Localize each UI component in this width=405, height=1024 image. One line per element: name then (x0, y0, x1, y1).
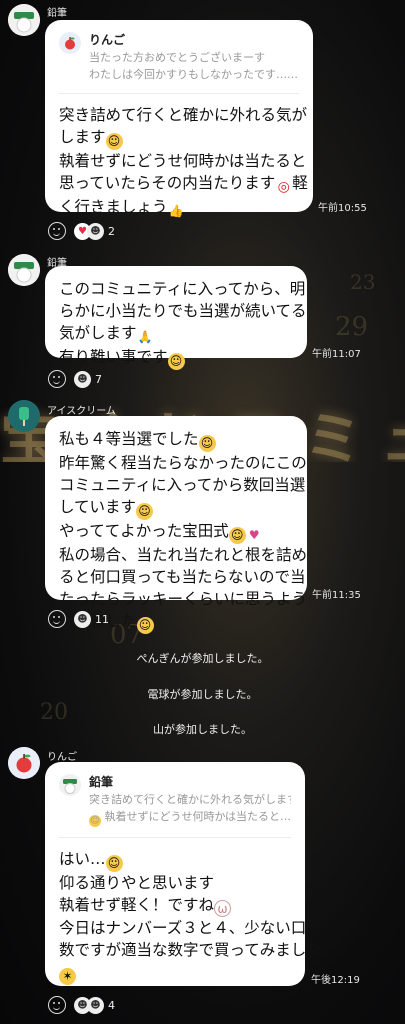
reaction-icons[interactable]: ☻ (74, 370, 91, 388)
message-text: 今日はナンバーズ３と４、少ない口 (59, 919, 307, 938)
smile-emoji: ☺ (136, 503, 154, 520)
ice-cream-avatar[interactable] (8, 400, 40, 432)
reaction-row[interactable]: ☻ 11 (48, 610, 109, 628)
smiley-reaction-icon[interactable] (48, 222, 66, 240)
message-text: 執着せずにどうせ何時かは当たると (59, 152, 307, 171)
pencil-avatar[interactable] (8, 254, 40, 286)
target-emoji: ◎ (277, 179, 290, 196)
quoted-text: 突き詰めて行くと確かに外れる気がします (89, 793, 291, 807)
quoted-sender: 鉛筆 (89, 775, 114, 789)
message-text: く行きましょう (59, 198, 168, 217)
quoted-text: わたしは今回かすりもしなかったです…… (89, 68, 298, 82)
sender-name: 鉛筆 (47, 8, 67, 19)
sender-name: りんご (47, 752, 77, 763)
message-text: します (59, 128, 106, 147)
apple-avatar[interactable] (8, 747, 40, 779)
reaction-row[interactable]: ☻ 7 (48, 370, 102, 388)
thumbs-up-emoji: 👍 (168, 204, 184, 219)
message-text: 数ですが適当な数字で買ってみました (59, 941, 322, 960)
system-message: ぺんぎんが参加しました。 (136, 652, 269, 665)
sticker-icon: ☻ (74, 610, 91, 628)
background-number: 29 (335, 312, 369, 342)
timestamp: 午前11:07 (312, 349, 361, 360)
reaction-icons[interactable]: ☻ ☻ (74, 996, 104, 1014)
message-text: 思っていたらその内当たります (59, 174, 276, 193)
quoted-text: 執着せずにどうせ何時かは当たると… (104, 810, 292, 824)
timestamp: 午前10:55 (318, 203, 367, 214)
emoji: ☺ (105, 133, 123, 151)
message-text: 突き詰めて行くと確かに外れる気が (59, 106, 308, 125)
reaction-row[interactable]: ☻ ☻ 4 (48, 996, 115, 1014)
quoted-text: 当たった方おめでとうございまーす (89, 51, 265, 65)
message-text: しています (59, 498, 137, 516)
message-text: 私の場合、当たれ当たれと根を詰め (59, 546, 308, 564)
reaction-count: 4 (108, 998, 115, 1012)
hearts-emoji: ♥ (248, 528, 260, 542)
message-bubble[interactable]: 鉛筆 突き詰めて行くと確かに外れる気がします ☺ 執着せずにどうせ何時かは当たる… (45, 762, 322, 986)
timestamp: 午前11:35 (312, 590, 361, 601)
emoji: ☺ (89, 815, 101, 828)
background-number: 23 (350, 270, 376, 294)
message-bubble[interactable]: りんご 当たった方おめでとうございまーす わたしは今回かすりもしなかったです……… (45, 20, 313, 218)
message-text: はい… (59, 850, 106, 869)
pencil-avatar[interactable] (8, 4, 40, 36)
message-text: 軽 (292, 174, 308, 193)
smiley-reaction-icon[interactable] (48, 370, 66, 388)
sender-name: アイスクリーム (47, 406, 116, 417)
grin-emoji: ☺ (167, 353, 185, 370)
system-message: 電球が参加しました。 (147, 688, 258, 701)
message-text: このコミュニティに入ってから、明 (59, 280, 306, 298)
message-text: 気がします (59, 324, 137, 342)
message-text: やっててよかった宝田式 (59, 522, 229, 540)
sweat-emoji: ☺ (105, 855, 123, 873)
message-bubble[interactable]: 私も４等当選でした ☺ 昨年驚く程当たらなかったのにこの コミュニティに入ってから… (45, 416, 308, 634)
message-text: らかに小当たりでも当選が続いてる (59, 302, 307, 320)
quoted-message[interactable]: りんご 当たった方おめでとうございまーす わたしは今回かすりもしなかったです…… (59, 32, 299, 95)
message-text: 仰る通りやと思います (59, 874, 215, 893)
smile-emoji: ☺ (136, 617, 154, 634)
pencil-avatar (59, 774, 81, 796)
reaction-icons[interactable]: ♥ ☻ (74, 222, 104, 240)
message-text: 昨年驚く程当たらなかったのにこの (59, 454, 307, 472)
reaction-count: 7 (95, 372, 102, 386)
laugh-emoji: ☺ (228, 527, 246, 544)
reaction-row[interactable]: ♥ ☻ 2 (48, 222, 115, 240)
reaction-count: 11 (95, 612, 109, 626)
message-text: コミュニティに入ってから数回当選 (59, 476, 306, 494)
sticker-icon: ☻ (87, 996, 104, 1014)
smiley-reaction-icon[interactable] (48, 610, 66, 628)
message-text: ると何口買っても当たらないので当 (59, 568, 306, 586)
message-text: たったらラッキーくらいに思うよう (59, 590, 308, 608)
sparkle-emoji: ✶ (59, 968, 76, 986)
sticker-icon: ☻ (87, 222, 104, 240)
smile-emoji: ☺ (198, 435, 216, 452)
quoted-message[interactable]: 鉛筆 突き詰めて行くと確かに外れる気がします ☺ 執着せずにどうせ何時かは当たる… (59, 774, 292, 839)
timestamp: 午後12:19 (311, 975, 360, 986)
system-message: 山が参加しました。 (153, 723, 252, 736)
message-text: 有り難い事です (59, 348, 168, 366)
apple-avatar (59, 32, 81, 54)
reaction-icons[interactable]: ☻ (74, 610, 91, 628)
reaction-count: 2 (108, 224, 115, 238)
smiley-reaction-icon[interactable] (48, 996, 66, 1014)
message-bubble[interactable]: このコミュニティに入ってから、明 らかに小当たりでも当選が続いてる 気がします🙏… (45, 266, 307, 370)
message-text: 執着せず軽く！ですね (59, 896, 215, 915)
message-text: 私も４等当選でした (59, 430, 199, 448)
quoted-sender: りんご (89, 33, 126, 47)
cat-emoji: ω (214, 900, 232, 918)
pray-emoji: 🙏 (137, 330, 153, 344)
sticker-icon: ☻ (74, 370, 91, 388)
